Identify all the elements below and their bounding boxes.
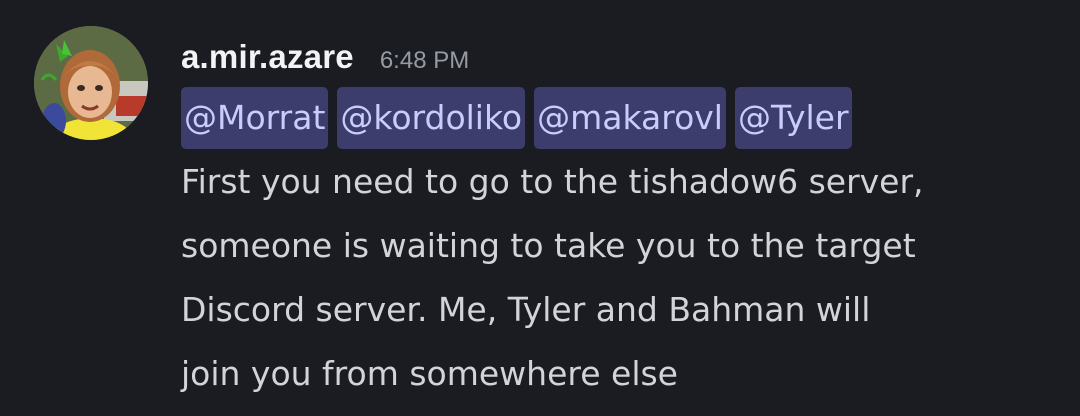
- message-content: @Morrat @kordoliko @makarovl @Tyler Firs…: [181, 86, 1061, 406]
- avatar-icon[interactable]: [34, 26, 148, 140]
- mention-tyler[interactable]: @Tyler: [734, 87, 852, 149]
- message-line: First you need to go to the tishadow6 se…: [181, 162, 924, 201]
- timestamp[interactable]: 6:48 PM: [380, 47, 469, 75]
- chat-message: a.mir.azare 6:48 PM @Morrat @kordoliko @…: [0, 0, 1080, 416]
- mention-makarovl[interactable]: @makarovl: [534, 87, 726, 149]
- message-line: someone is waiting to take you to the ta…: [181, 226, 916, 265]
- mention-morrat[interactable]: @Morrat: [181, 87, 329, 149]
- mention-row: @Morrat @kordoliko @makarovl @Tyler: [181, 86, 1061, 150]
- message-header: a.mir.azare 6:48 PM: [181, 38, 469, 82]
- mention-kordoliko[interactable]: @kordoliko: [337, 87, 526, 149]
- message-line: join you from somewhere else: [181, 354, 678, 393]
- username[interactable]: a.mir.azare: [181, 38, 354, 76]
- message-line: Discord server. Me, Tyler and Bahman wil…: [181, 290, 871, 329]
